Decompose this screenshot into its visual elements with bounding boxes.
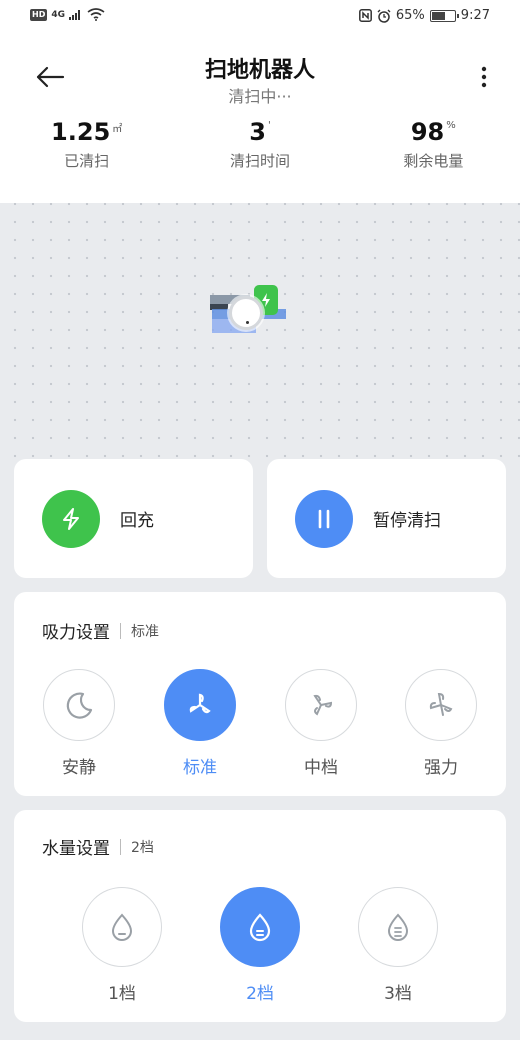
stat-label: 已清扫 xyxy=(64,152,110,170)
stat-value: 1.25 xyxy=(51,118,111,146)
water-option-circle xyxy=(82,887,162,967)
water-header: 水量设置 2档 xyxy=(42,834,154,859)
water-option-label: 2档 xyxy=(246,984,274,1004)
stat-battery: 98% 剩余电量 xyxy=(347,118,520,171)
suction-option-circle xyxy=(43,669,115,741)
pause-cleaning-button[interactable]: 暂停清扫 xyxy=(267,459,506,578)
pause-label: 暂停清扫 xyxy=(373,511,441,531)
fan-icon xyxy=(313,694,333,716)
stat-unit: % xyxy=(446,120,456,131)
water-option-circle xyxy=(220,887,300,967)
suction-option-label: 强力 xyxy=(424,758,458,778)
stat-value: 98 xyxy=(410,118,445,146)
robot-map-area xyxy=(210,285,290,340)
status-bar: HD 4G 65% 9:27 xyxy=(0,0,520,34)
stat-unit: ㎡ xyxy=(112,124,123,135)
clock: 9:27 xyxy=(460,8,490,23)
recharge-label: 回充 xyxy=(120,511,154,531)
moon-icon xyxy=(66,692,93,719)
stat-unit: ' xyxy=(267,120,271,131)
battery-icon xyxy=(429,9,459,22)
robot-position-icon xyxy=(229,296,263,330)
network-type: 4G xyxy=(51,9,65,20)
drop-mid-icon xyxy=(249,913,271,942)
recharge-icon-circle xyxy=(42,489,100,548)
battery-percent: 65% xyxy=(395,8,425,23)
stat-value: 3 xyxy=(249,118,266,146)
suction-option-quiet[interactable]: 安静 xyxy=(42,669,116,778)
water-title: 水量设置 xyxy=(42,839,110,859)
alarm-icon xyxy=(377,9,391,23)
suction-title: 吸力设置 xyxy=(42,623,110,643)
water-option-label: 3档 xyxy=(384,984,412,1004)
page-title: 扫地机器人 xyxy=(204,58,315,83)
suction-option-circle xyxy=(405,669,477,741)
fan-icon xyxy=(429,692,453,716)
pause-icon-circle xyxy=(295,489,353,548)
stat-area: 1.25 ㎡ 已清扫 xyxy=(0,118,173,171)
water-option-label: 1档 xyxy=(108,984,136,1004)
water-option-circle xyxy=(358,887,438,967)
cleaning-stats: 1.25 ㎡ 已清扫 3 ' 清扫时间 98% 剩余电量 xyxy=(0,118,520,171)
suction-option-strong[interactable]: 强力 xyxy=(404,669,478,778)
lightning-icon xyxy=(63,507,79,530)
water-current: 2档 xyxy=(131,839,154,856)
water-settings-card: 水量设置 2档 1档 2档 3档 xyxy=(14,810,506,1022)
more-button[interactable] xyxy=(472,60,496,94)
nfc-icon xyxy=(358,9,372,22)
water-option-3[interactable]: 3档 xyxy=(358,887,438,1004)
suction-current: 标准 xyxy=(131,623,159,640)
more-vertical-icon xyxy=(481,66,487,88)
suction-option-label: 中档 xyxy=(304,758,338,778)
water-option-2[interactable]: 2档 xyxy=(220,887,300,1004)
wifi-icon xyxy=(87,8,105,21)
suction-settings-card: 吸力设置 标准 安静 标准 中档 强力 xyxy=(14,592,506,796)
suction-option-medium[interactable]: 中档 xyxy=(284,669,358,778)
stat-label: 剩余电量 xyxy=(403,152,464,170)
recharge-button[interactable]: 回充 xyxy=(14,459,253,578)
cleaning-status: 清扫中··· xyxy=(228,87,292,106)
drop-low-icon xyxy=(111,913,133,941)
suction-option-circle xyxy=(285,669,357,741)
stat-time: 3 ' 清扫时间 xyxy=(173,118,346,171)
suction-option-circle xyxy=(164,669,236,741)
pause-icon xyxy=(318,509,330,528)
suction-option-standard[interactable]: 标准 xyxy=(163,669,237,778)
hd-badge: HD xyxy=(30,8,48,21)
drop-high-icon xyxy=(387,913,409,941)
water-option-1[interactable]: 1档 xyxy=(82,887,162,1004)
suction-header: 吸力设置 标准 xyxy=(42,618,159,643)
signal-icon xyxy=(69,10,80,20)
divider xyxy=(120,838,121,855)
suction-option-label: 标准 xyxy=(183,758,217,778)
stat-label: 清扫时间 xyxy=(229,152,290,170)
top-panel: HD 4G 65% 9:27 扫地机器人 清扫中··· 1.25 ㎡ 已清扫 3… xyxy=(0,0,520,203)
cleaning-map[interactable] xyxy=(0,203,520,458)
suction-option-label: 安静 xyxy=(62,758,96,778)
divider xyxy=(120,622,121,639)
fan-icon xyxy=(189,693,211,714)
